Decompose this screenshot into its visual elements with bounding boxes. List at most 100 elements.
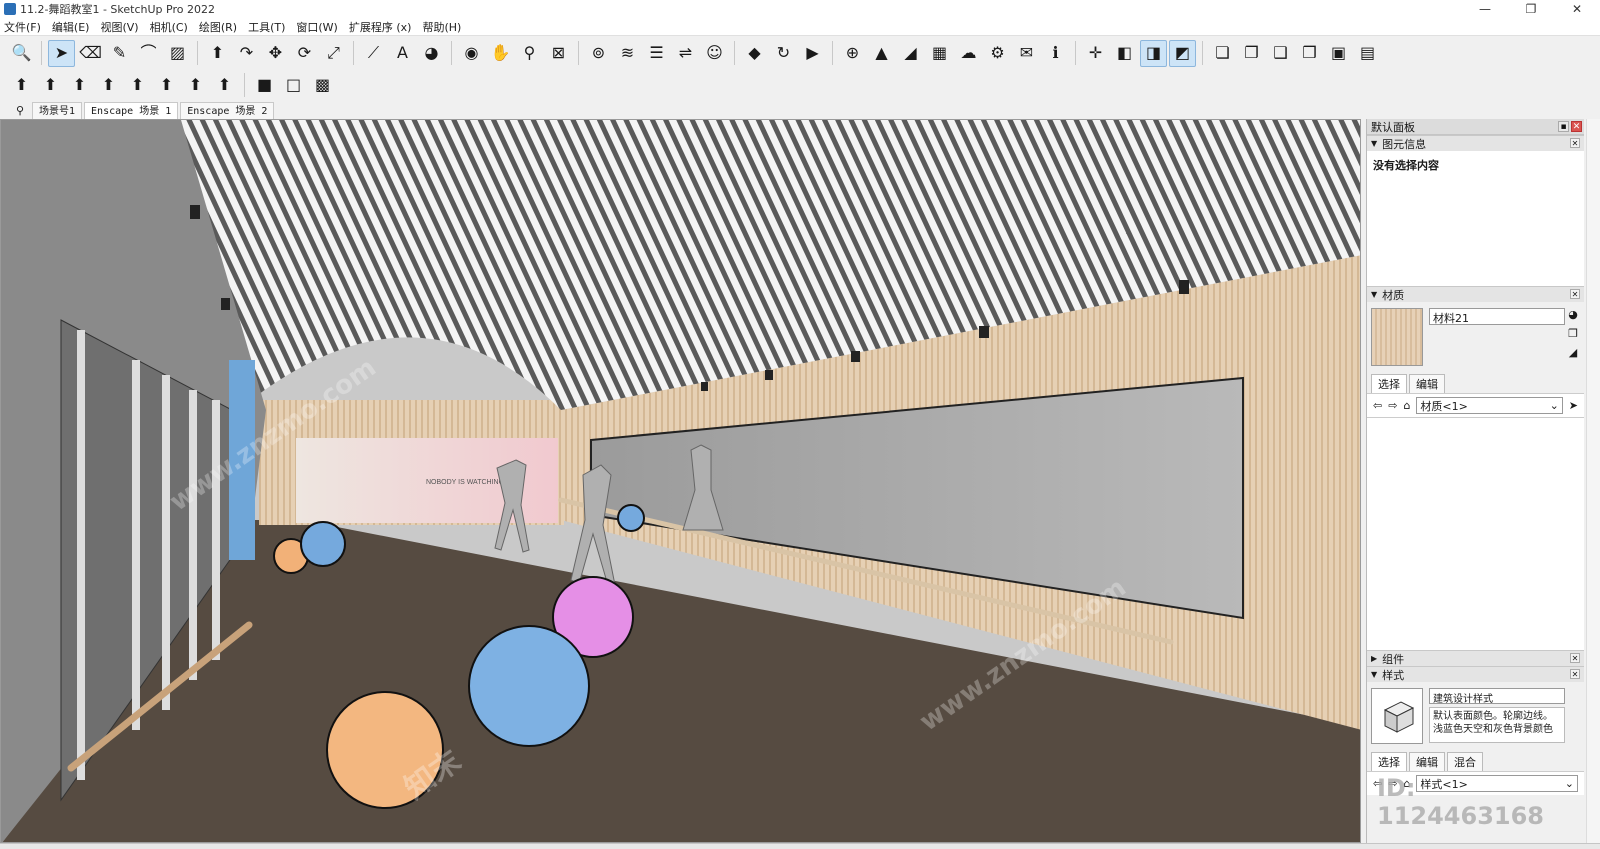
- material-collection-select[interactable]: 材质<1> ⌄: [1416, 397, 1563, 414]
- enscape-start-icon[interactable]: ◆: [741, 40, 768, 67]
- component-b-icon[interactable]: ❐: [1238, 40, 1265, 67]
- menu-extensions[interactable]: 扩展程序 (x): [349, 19, 412, 35]
- component-c-icon[interactable]: ❑: [1267, 40, 1294, 67]
- scene-tab-1[interactable]: 场景号1: [32, 102, 83, 119]
- rotate-icon[interactable]: ⟳: [291, 40, 318, 67]
- minimize-button[interactable]: —: [1462, 0, 1508, 18]
- arc-icon[interactable]: ⌒: [135, 40, 162, 67]
- material-swatch[interactable]: [1371, 308, 1423, 366]
- texture-icon[interactable]: ▦: [926, 40, 953, 67]
- push-multi-c-icon[interactable]: ⬆: [124, 72, 151, 99]
- styles-header[interactable]: ▼ 样式 ✕: [1367, 666, 1584, 682]
- zoom-window-icon[interactable]: ⊠: [545, 40, 572, 67]
- info-icon[interactable]: ℹ: [1042, 40, 1069, 67]
- enscape-video-icon[interactable]: ▶: [799, 40, 826, 67]
- scale-icon[interactable]: ⤢: [320, 40, 347, 67]
- paint-bucket-icon[interactable]: ◕: [1566, 308, 1580, 322]
- material-name-field[interactable]: 材料21: [1429, 308, 1565, 325]
- component-a-icon[interactable]: ❏: [1209, 40, 1236, 67]
- tab-styles-select[interactable]: 选择: [1371, 752, 1407, 771]
- tree-icon[interactable]: ▲: [868, 40, 895, 67]
- menu-view[interactable]: 视图(V): [100, 19, 138, 35]
- menu-help[interactable]: 帮助(H): [422, 19, 461, 35]
- push-multi-d-icon[interactable]: ⬆: [153, 72, 180, 99]
- close-section-icon[interactable]: ✕: [1570, 289, 1580, 299]
- style-collection-select[interactable]: 样式<1> ⌄: [1416, 775, 1578, 792]
- tab-styles-edit[interactable]: 编辑: [1409, 752, 1445, 771]
- push-multi-f-icon[interactable]: ⬆: [211, 72, 238, 99]
- close-section-icon[interactable]: ✕: [1570, 653, 1580, 663]
- push-multi-a-icon[interactable]: ⬆: [66, 72, 93, 99]
- scene-tab-enscape-2[interactable]: Enscape 场景 2: [180, 102, 275, 119]
- select-icon[interactable]: ➤: [48, 39, 75, 67]
- warehouse-icon[interactable]: ⊚: [585, 40, 612, 67]
- home-icon[interactable]: ⌂: [1403, 399, 1410, 412]
- style-thumbnail[interactable]: [1371, 688, 1423, 744]
- push-multi-b-icon[interactable]: ⬆: [95, 72, 122, 99]
- scene-search-icon[interactable]: ⚲: [10, 104, 30, 117]
- create-material-icon[interactable]: ❐: [1566, 327, 1580, 341]
- paint-bucket-icon[interactable]: ◕: [418, 40, 445, 67]
- pin-icon[interactable]: ▪: [1558, 121, 1569, 132]
- tab-select[interactable]: 选择: [1371, 374, 1407, 393]
- menu-draw[interactable]: 绘图(R): [199, 19, 237, 35]
- sync-icon[interactable]: ⇌: [672, 40, 699, 67]
- settings-icon[interactable]: ⚙: [984, 40, 1011, 67]
- tab-edit[interactable]: 编辑: [1409, 374, 1445, 393]
- menu-window[interactable]: 窗口(W): [296, 19, 337, 35]
- tray-scrollbar[interactable]: [1586, 119, 1600, 843]
- style-name-field[interactable]: 建筑设计样式: [1429, 688, 1565, 705]
- menu-camera[interactable]: 相机(C): [150, 19, 188, 35]
- model-viewport[interactable]: NOBODY IS WATCHING www.znzmo.com www.znz…: [0, 119, 1361, 843]
- enscape-sync-icon[interactable]: ↻: [770, 40, 797, 67]
- components-header[interactable]: ▶ 组件 ✕: [1367, 650, 1584, 666]
- tape-measure-icon[interactable]: ⟋: [360, 40, 387, 67]
- zoom-icon[interactable]: ⚲: [516, 40, 543, 67]
- view-front-icon[interactable]: ◩: [1169, 39, 1196, 67]
- entity-info-header[interactable]: ▼ 图元信息 ✕: [1367, 135, 1584, 151]
- pencil-icon[interactable]: ✎: [106, 40, 133, 67]
- menu-edit[interactable]: 编辑(E): [52, 19, 90, 35]
- follow-me-icon[interactable]: ↷: [233, 40, 260, 67]
- mail-icon[interactable]: ✉: [1013, 40, 1040, 67]
- materials-header[interactable]: ▼ 材质 ✕: [1367, 286, 1584, 302]
- asset-icon[interactable]: ◢: [897, 40, 924, 67]
- move-icon[interactable]: ✥: [262, 40, 289, 67]
- upload-icon[interactable]: ☁: [955, 40, 982, 67]
- maximize-button[interactable]: ❐: [1508, 0, 1554, 18]
- cube-green-icon[interactable]: ▩: [309, 72, 336, 99]
- extension-icon[interactable]: ≋: [614, 40, 641, 67]
- pan-icon[interactable]: ✋: [487, 40, 514, 67]
- shape-icon[interactable]: ▨: [164, 40, 191, 67]
- push-red-icon[interactable]: ⬆: [8, 72, 35, 99]
- details-arrow-icon[interactable]: ➤: [1569, 399, 1578, 412]
- home-icon[interactable]: ⌂: [1403, 777, 1410, 790]
- style-description[interactable]: 默认表面颜色。轮廓边线。浅蓝色天空和灰色背景颜色: [1429, 707, 1565, 743]
- tray-close-icon[interactable]: ✕: [1571, 121, 1582, 132]
- forward-arrow-icon[interactable]: ⇨: [1388, 777, 1397, 790]
- component-d-icon[interactable]: ❒: [1296, 40, 1323, 67]
- add-icon[interactable]: ⊕: [839, 40, 866, 67]
- tab-styles-mix[interactable]: 混合: [1447, 752, 1483, 771]
- component-e-icon[interactable]: ▣: [1325, 40, 1352, 67]
- text-icon[interactable]: A: [389, 40, 416, 67]
- default-material-icon[interactable]: ◢: [1566, 346, 1580, 360]
- cube-white-icon[interactable]: □: [280, 72, 307, 99]
- back-arrow-icon[interactable]: ⇦: [1373, 399, 1382, 412]
- back-arrow-icon[interactable]: ⇦: [1373, 777, 1382, 790]
- orbit-icon[interactable]: ◉: [458, 40, 485, 67]
- menu-file[interactable]: 文件(F): [4, 19, 41, 35]
- menu-tools[interactable]: 工具(T): [248, 19, 285, 35]
- push-pull-icon[interactable]: ⬆: [204, 40, 231, 67]
- push-multi-e-icon[interactable]: ⬆: [182, 72, 209, 99]
- cube-yellow-icon[interactable]: ■: [251, 72, 278, 99]
- close-button[interactable]: ✕: [1554, 0, 1600, 18]
- push-blue-icon[interactable]: ⬆: [37, 72, 64, 99]
- scene-tab-enscape-1[interactable]: Enscape 场景 1: [84, 102, 179, 119]
- profile-icon[interactable]: ☺: [701, 40, 728, 67]
- material-browser[interactable]: [1367, 417, 1584, 650]
- component-f-icon[interactable]: ▤: [1354, 40, 1381, 67]
- eraser-icon[interactable]: ⌫: [77, 40, 104, 67]
- close-section-icon[interactable]: ✕: [1570, 669, 1580, 679]
- zoom-extents-icon[interactable]: 🔍: [8, 40, 35, 67]
